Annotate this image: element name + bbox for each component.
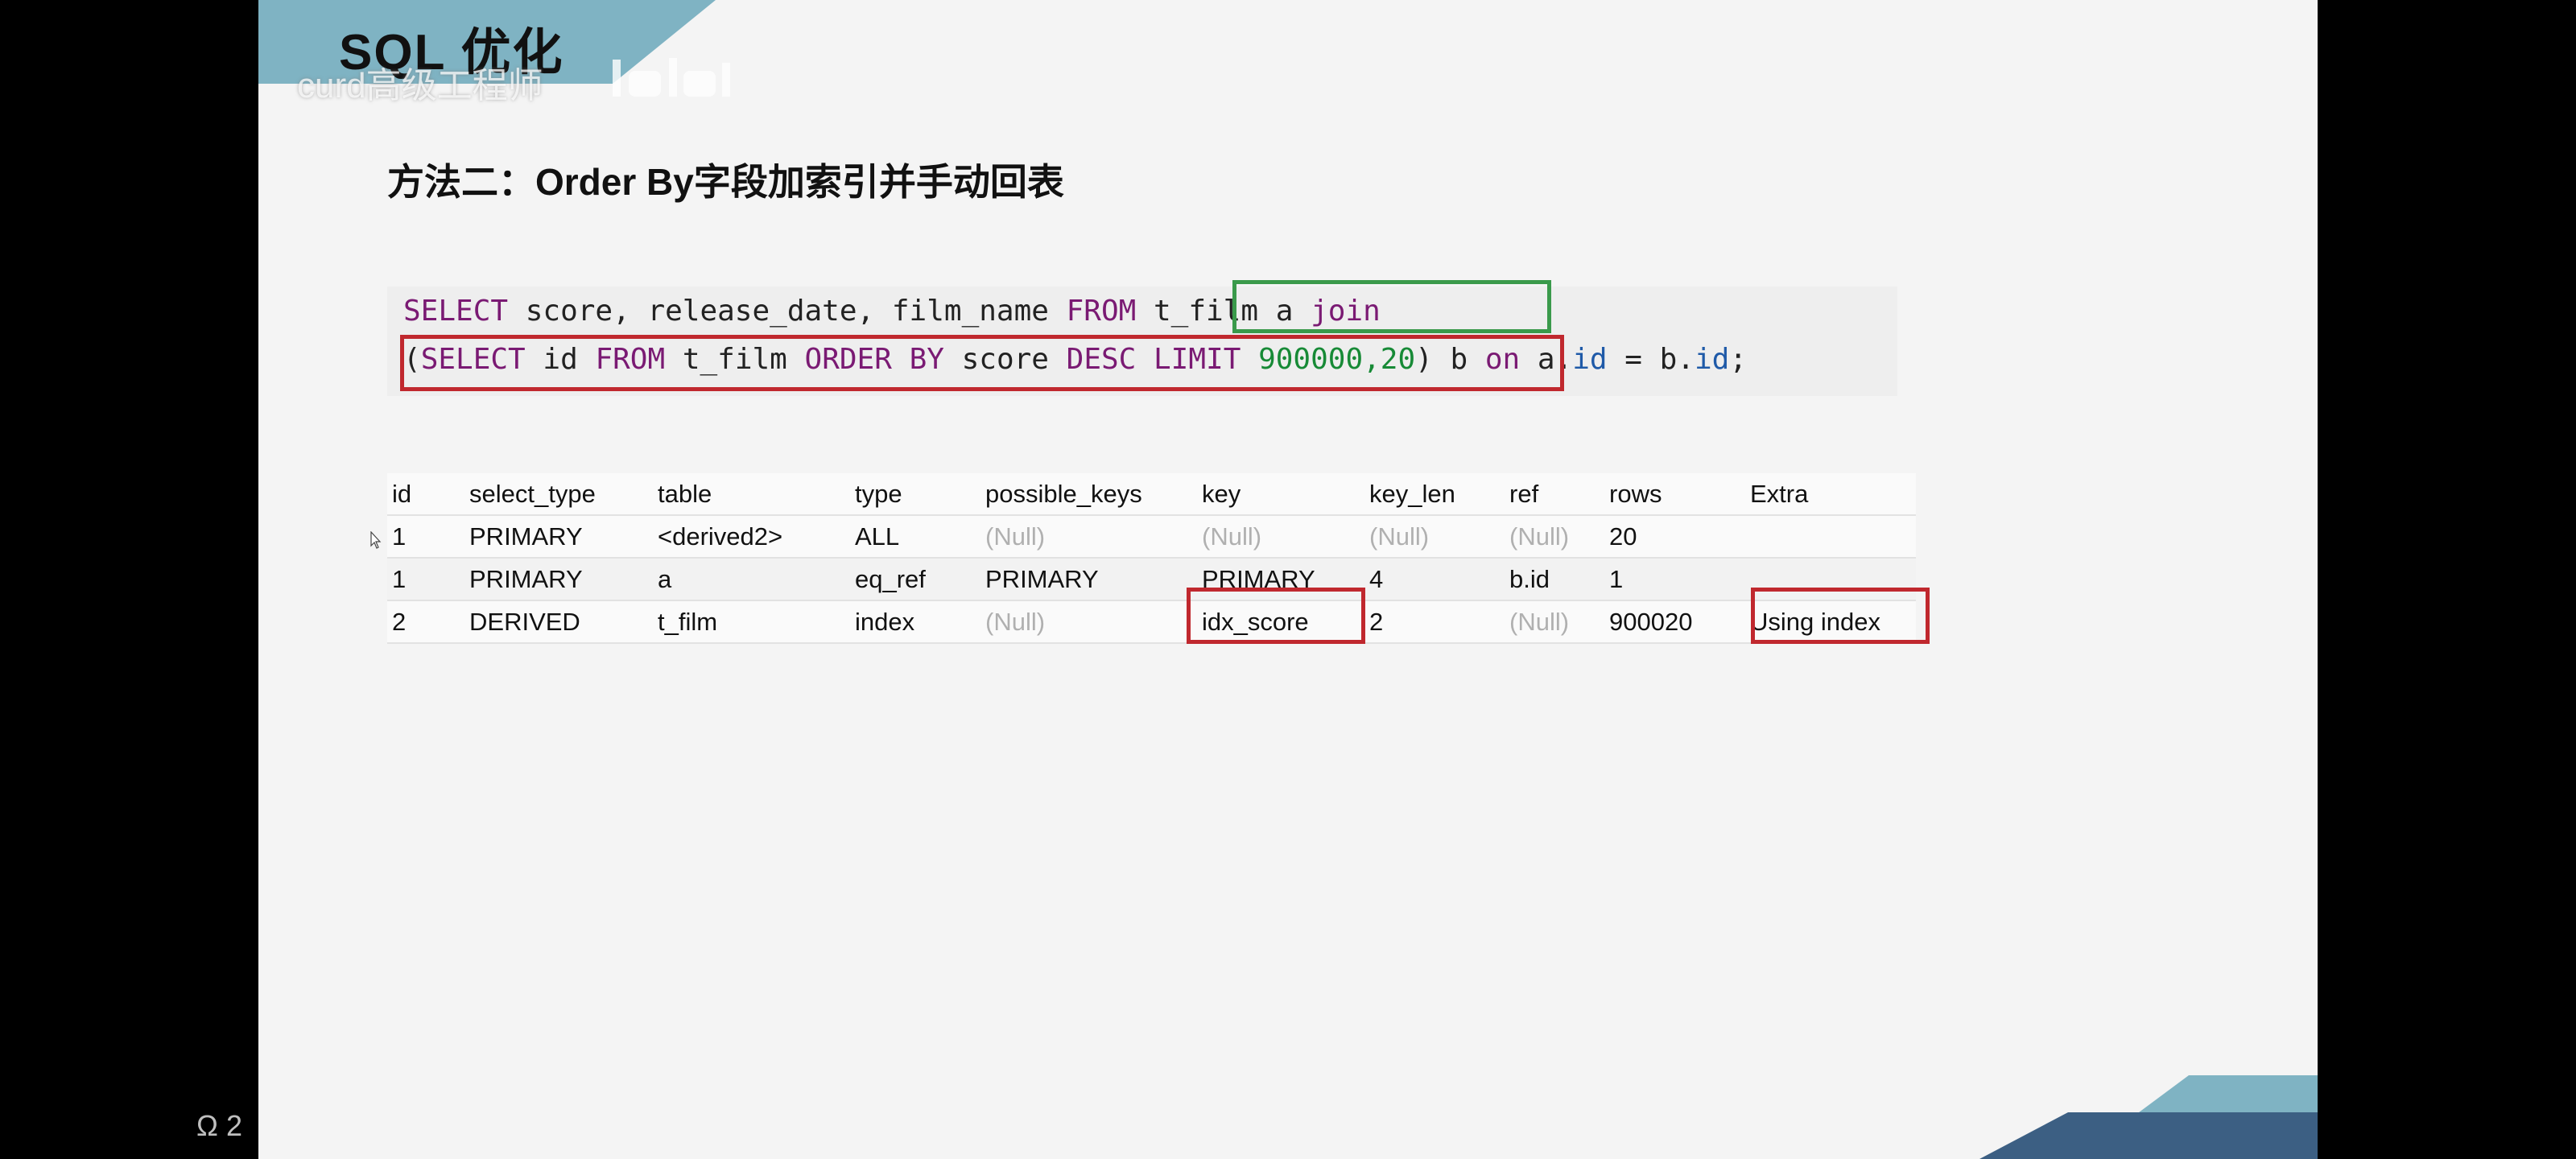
table-cell: eq_ref xyxy=(850,558,980,601)
table-cell: t_film xyxy=(653,600,850,644)
table-cell: (Null) xyxy=(980,600,1197,644)
table-cell: DERIVED xyxy=(464,600,653,644)
code-token: id xyxy=(1694,343,1730,376)
subquery-highlight-box xyxy=(400,335,1564,391)
table-cell: ALL xyxy=(850,515,980,559)
table-cell: (Null) xyxy=(1364,515,1505,559)
explain-header-row: id select_type table type possible_keys … xyxy=(387,473,1916,516)
footer-decoration-dark xyxy=(1979,1112,2318,1159)
table-cell: 20 xyxy=(1604,515,1745,559)
code-token: score, release_date, film_name xyxy=(508,295,1067,328)
section-heading: 方法二：Order By字段加索引并手动回表 xyxy=(387,161,1064,203)
table-row: 2 DERIVED t_film index (Null) idx_score … xyxy=(387,600,1916,644)
user-group-icon: Ω 2 xyxy=(196,1109,242,1143)
join-highlight-box xyxy=(1232,280,1551,333)
column-header: table xyxy=(653,473,850,516)
column-header: select_type xyxy=(464,473,653,516)
table-cell: index xyxy=(850,600,980,644)
title-banner xyxy=(258,0,716,84)
table-cell: (Null) xyxy=(980,515,1197,559)
table-cell: (Null) xyxy=(1197,515,1364,559)
table-cell: 1 xyxy=(1604,558,1745,601)
column-header: Extra xyxy=(1745,473,1916,516)
extra-highlight-box xyxy=(1751,588,1930,644)
key-highlight-box xyxy=(1187,588,1365,644)
bilibili-logo-icon xyxy=(613,58,730,97)
table-cell: PRIMARY xyxy=(464,515,653,559)
side-icon-glyph: Ω xyxy=(196,1109,218,1142)
column-header: key_len xyxy=(1364,473,1505,516)
table-cell: a xyxy=(653,558,850,601)
code-token: SELECT xyxy=(403,295,509,328)
table-cell: 4 xyxy=(1364,558,1505,601)
table-cell: 900020 xyxy=(1604,600,1745,644)
table-row: 1 PRIMARY a eq_ref PRIMARY PRIMARY 4 b.i… xyxy=(387,558,1916,601)
table-cell: PRIMARY xyxy=(980,558,1197,601)
table-cell: 2 xyxy=(1364,600,1505,644)
code-token: ; xyxy=(1729,343,1748,376)
table-cell: (Null) xyxy=(1505,515,1604,559)
column-header: rows xyxy=(1604,473,1745,516)
table-cell: 1 xyxy=(387,558,464,601)
column-header: ref xyxy=(1505,473,1604,516)
column-header: type xyxy=(850,473,980,516)
code-token: = b. xyxy=(1607,343,1695,376)
column-header: key xyxy=(1197,473,1364,516)
explain-table: id select_type table type possible_keys … xyxy=(387,473,1916,644)
table-cell: (Null) xyxy=(1505,600,1604,644)
table-cell: 2 xyxy=(387,600,464,644)
table-cell: 1 xyxy=(387,515,464,559)
code-token: id xyxy=(1572,343,1608,376)
table-cell: b.id xyxy=(1505,558,1604,601)
column-header: possible_keys xyxy=(980,473,1197,516)
watermark-text: curd高级工程师 xyxy=(297,66,543,105)
slide: SQL 优化 curd高级工程师 方法二：Order By字段加索引并手动回表 … xyxy=(258,0,2318,1159)
table-cell xyxy=(1745,515,1916,559)
side-icon-digit: 2 xyxy=(225,1109,242,1142)
table-cell: PRIMARY xyxy=(464,558,653,601)
column-header: id xyxy=(387,473,464,516)
table-cell: <derived2> xyxy=(653,515,850,559)
mouse-pointer-icon xyxy=(370,531,382,549)
table-row: 1 PRIMARY <derived2> ALL (Null) (Null) (… xyxy=(387,515,1916,559)
code-token: FROM xyxy=(1066,295,1137,328)
